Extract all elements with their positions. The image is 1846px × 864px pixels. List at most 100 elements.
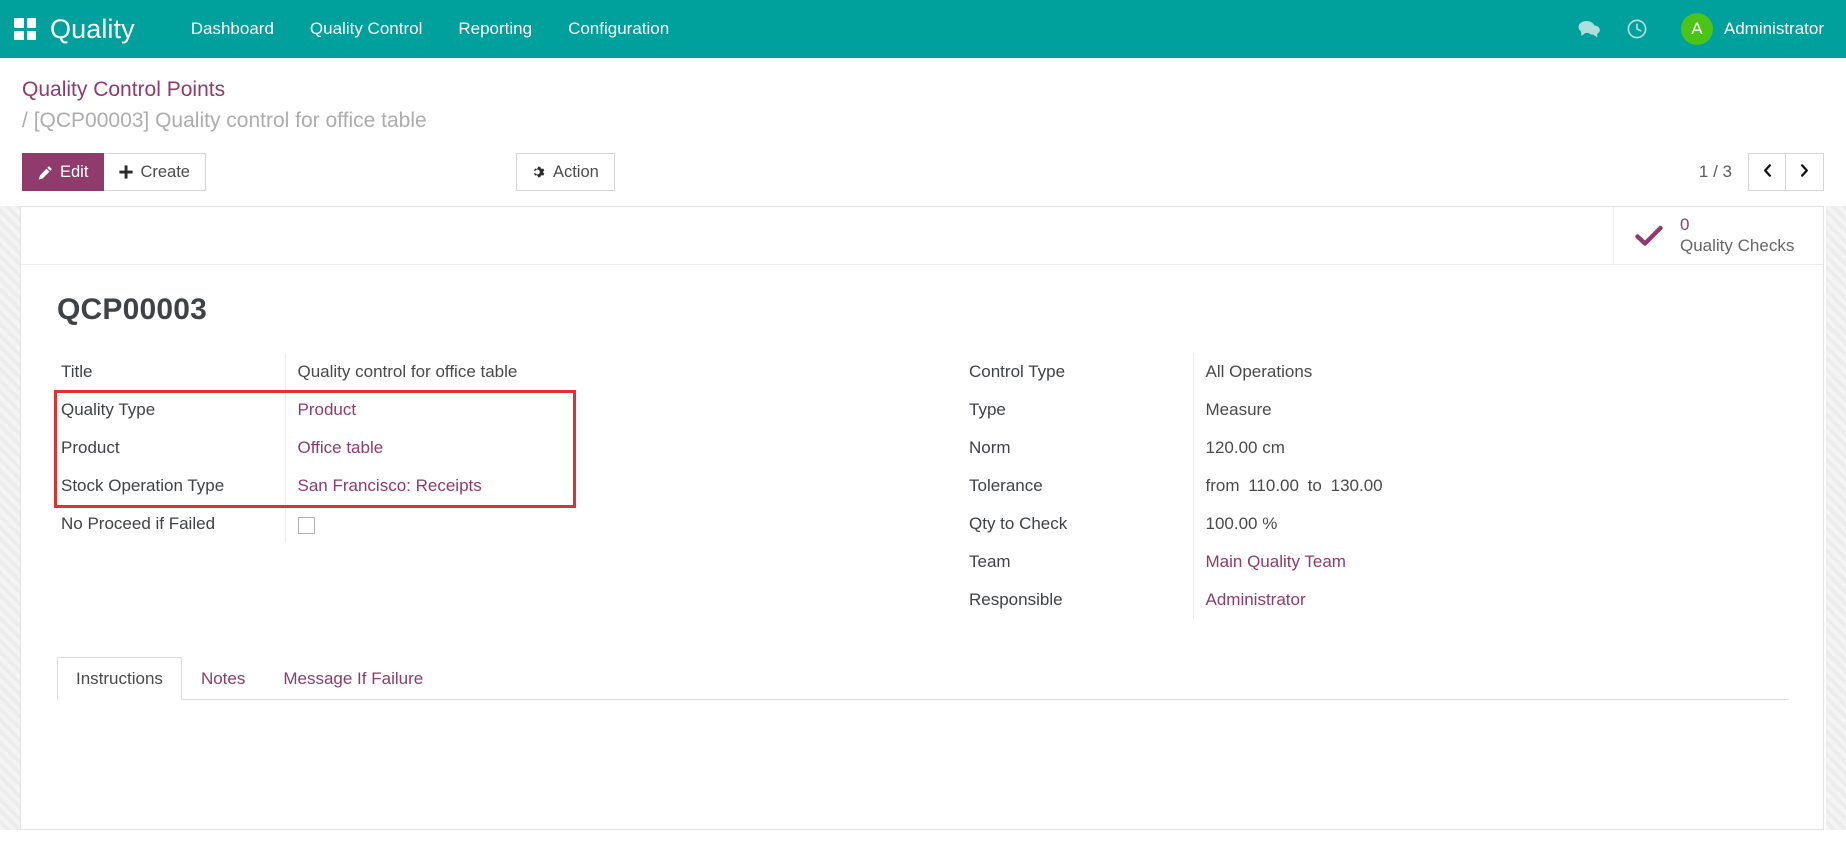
breadcrumb-current-label: [QCP00003] Quality control for office ta…	[34, 109, 427, 132]
menu-item-quality-control[interactable]: Quality Control	[292, 11, 440, 47]
app-brand-quality[interactable]: Quality	[50, 14, 135, 45]
field-row-responsible: Responsible Administrator	[965, 581, 1789, 619]
field-row-product: Product Office table	[57, 429, 923, 467]
record-sheet: 0 Quality Checks QCP00003 Title Quality …	[20, 206, 1824, 830]
menu-item-configuration[interactable]: Configuration	[550, 11, 687, 47]
tab-notes[interactable]: Notes	[182, 657, 264, 700]
apps-grid-square	[27, 18, 37, 28]
qty-to-check-number: 100.00	[1206, 514, 1258, 533]
edit-button-label: Edit	[60, 163, 88, 182]
apps-grid-square	[14, 31, 24, 41]
right-fields-table: Control Type All Operations Type Measure…	[965, 353, 1789, 619]
stock-operation-type-link[interactable]: San Francisco: Receipts	[298, 476, 482, 495]
field-value-qty-to-check: 100.00 %	[1193, 505, 1789, 543]
field-label-no-proceed-if-failed: No Proceed if Failed	[57, 505, 285, 543]
quality-checks-label: Quality Checks	[1680, 236, 1794, 255]
navbar-right-group: A Administrator	[1577, 13, 1824, 45]
field-value-norm: 120.00 cm	[1193, 429, 1789, 467]
avatar: A	[1681, 13, 1713, 45]
create-button-label: Create	[140, 163, 190, 182]
field-label-title: Title	[57, 353, 285, 391]
tolerance-max: 130.00	[1331, 476, 1383, 495]
sheet-background-right	[1826, 206, 1846, 830]
field-label-qty-to-check: Qty to Check	[965, 505, 1193, 543]
field-value-title: Quality control for office table	[285, 353, 923, 391]
field-label-tolerance: Tolerance	[965, 467, 1193, 505]
breadcrumb-current: / [QCP00003] Quality control for office …	[22, 107, 1826, 135]
sheet-background-left	[0, 206, 20, 830]
field-label-stock-operation-type: Stock Operation Type	[57, 467, 285, 505]
field-columns: Title Quality control for office table Q…	[57, 353, 1789, 619]
field-row-control-type: Control Type All Operations	[965, 353, 1789, 391]
pager-next-button[interactable]	[1786, 153, 1824, 191]
field-label-norm: Norm	[965, 429, 1193, 467]
sheet-body: QCP00003 Title Quality control for offic…	[21, 265, 1823, 619]
stat-button-bar: 0 Quality Checks	[21, 207, 1823, 265]
messages-icon[interactable]	[1577, 17, 1601, 41]
responsible-link[interactable]: Administrator	[1206, 590, 1306, 609]
field-label-team: Team	[965, 543, 1193, 581]
edit-button[interactable]: Edit	[22, 153, 104, 191]
action-button-label: Action	[553, 163, 599, 182]
apps-grid-square	[14, 18, 24, 28]
tolerance-middle: to	[1308, 476, 1322, 495]
field-row-qty-to-check: Qty to Check 100.00 %	[965, 505, 1789, 543]
field-value-stock-operation-type: San Francisco: Receipts	[285, 467, 923, 505]
field-label-control-type: Control Type	[965, 353, 1193, 391]
field-row-tolerance: Tolerance from 110.00 to 130.00	[965, 467, 1789, 505]
action-button-row: Edit Create Action 1 / 3	[22, 152, 1826, 192]
field-row-quality-type: Quality Type Product	[57, 391, 923, 429]
right-field-column: Control Type All Operations Type Measure…	[923, 353, 1789, 619]
control-panel: Quality Control Points / [QCP00003] Qual…	[0, 58, 1846, 192]
breadcrumb-separator: /	[22, 109, 28, 132]
tab-instructions[interactable]: Instructions	[57, 657, 182, 700]
left-field-column: Title Quality control for office table Q…	[57, 353, 923, 619]
top-navbar: Quality Dashboard Quality Control Report…	[0, 0, 1846, 58]
stat-button-quality-checks[interactable]: 0 Quality Checks	[1613, 207, 1823, 264]
pager-buttons	[1748, 153, 1824, 191]
field-label-type: Type	[965, 391, 1193, 429]
field-row-team: Team Main Quality Team	[965, 543, 1789, 581]
field-row-title: Title Quality control for office table	[57, 353, 923, 391]
quality-checks-count: 0	[1680, 215, 1689, 234]
field-row-stock-operation-type: Stock Operation Type San Francisco: Rece…	[57, 467, 923, 505]
activities-clock-icon[interactable]	[1625, 17, 1649, 41]
norm-number: 120.00	[1206, 438, 1258, 457]
main-menu: Dashboard Quality Control Reporting Conf…	[173, 11, 687, 47]
breadcrumb-root-link[interactable]: Quality Control Points	[22, 76, 1826, 104]
field-value-quality-type: Product	[285, 391, 923, 429]
menu-item-dashboard[interactable]: Dashboard	[173, 11, 292, 47]
user-name-label: Administrator	[1724, 19, 1824, 39]
user-menu[interactable]: A Administrator	[1681, 13, 1824, 45]
field-value-no-proceed-if-failed	[285, 505, 923, 543]
field-label-responsible: Responsible	[965, 581, 1193, 619]
field-label-product: Product	[57, 429, 285, 467]
quality-type-link[interactable]: Product	[298, 400, 357, 419]
pager: 1 / 3	[1699, 153, 1824, 191]
create-button[interactable]: Create	[104, 153, 206, 191]
field-value-responsible: Administrator	[1193, 581, 1789, 619]
apps-grid-square	[27, 31, 37, 41]
pager-count: 1 / 3	[1699, 162, 1732, 182]
tab-message-if-failure[interactable]: Message If Failure	[264, 657, 442, 700]
field-value-type: Measure	[1193, 391, 1789, 429]
stat-button-text: 0 Quality Checks	[1680, 215, 1794, 257]
qty-to-check-unit: %	[1262, 514, 1277, 533]
check-mark-icon	[1634, 223, 1664, 249]
pager-previous-button[interactable]	[1748, 153, 1786, 191]
action-button[interactable]: Action	[516, 153, 615, 191]
pencil-icon	[38, 165, 53, 180]
product-link[interactable]: Office table	[298, 438, 384, 457]
no-proceed-if-failed-checkbox[interactable]	[298, 517, 315, 534]
page-title: QCP00003	[57, 293, 1789, 327]
norm-unit: cm	[1262, 438, 1285, 457]
team-link[interactable]: Main Quality Team	[1206, 552, 1346, 571]
field-row-no-proceed-if-failed: No Proceed if Failed	[57, 505, 923, 543]
notebook-tabs: Instructions Notes Message If Failure	[57, 657, 1789, 700]
field-row-type: Type Measure	[965, 391, 1789, 429]
apps-grid-icon[interactable]	[14, 18, 36, 40]
chevron-right-icon	[1798, 163, 1811, 181]
field-value-tolerance: from 110.00 to 130.00	[1193, 467, 1789, 505]
field-row-norm: Norm 120.00 cm	[965, 429, 1789, 467]
menu-item-reporting[interactable]: Reporting	[440, 11, 550, 47]
